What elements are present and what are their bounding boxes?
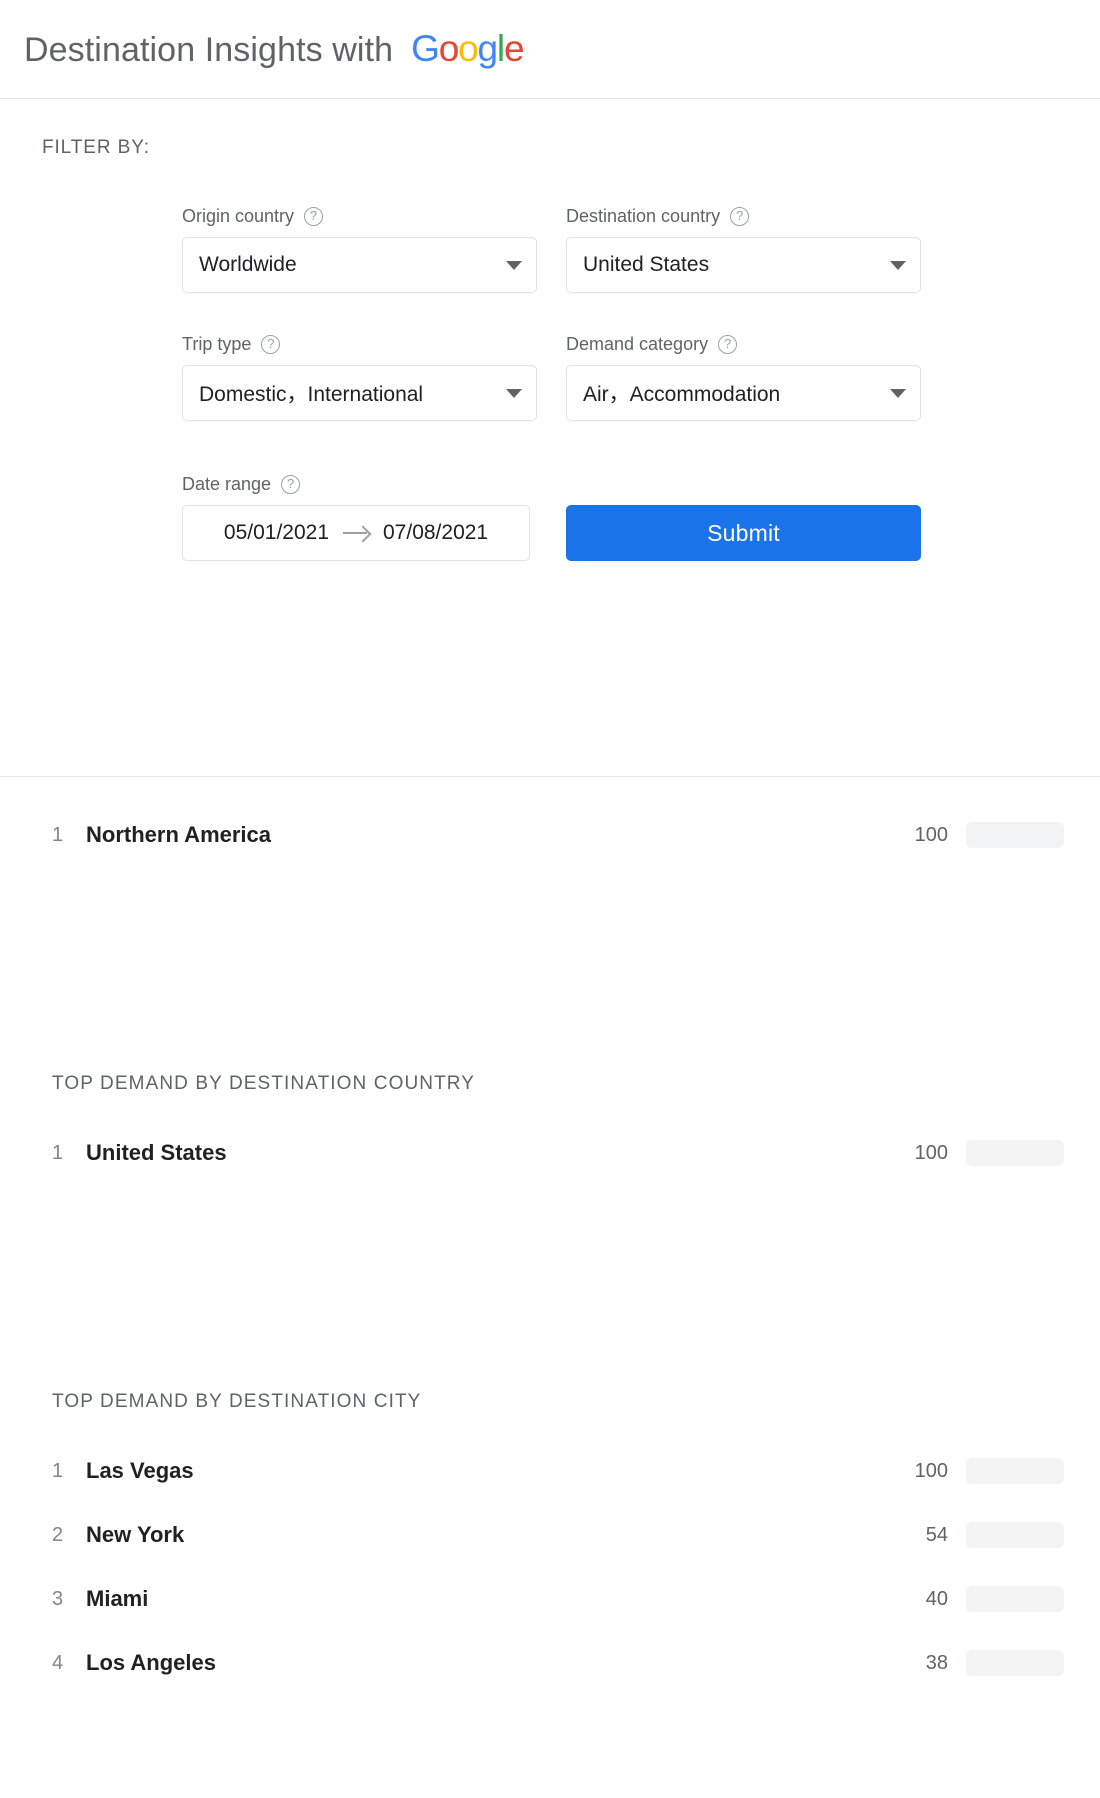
google-logo-letter-5: l [497, 28, 504, 69]
rank-score: 54 [892, 1524, 948, 1547]
destination-country-value: United States [583, 253, 882, 277]
field-demand-category: Demand category ? Air，Accommodation [566, 333, 921, 421]
bar-track [966, 1140, 1064, 1166]
rank-score: 100 [892, 1142, 948, 1165]
trip-type-value: Domestic，International [199, 378, 498, 408]
spacer [24, 1185, 1076, 1335]
rank-number: 1 [52, 824, 86, 847]
google-logo-letter-2: o [439, 28, 458, 69]
section-title-country: TOP DEMAND BY DESTINATION COUNTRY [24, 1017, 1076, 1095]
google-logo: Google [411, 28, 523, 70]
trip-type-select[interactable]: Domestic，International [182, 365, 537, 421]
rank-number: 4 [52, 1652, 86, 1675]
field-origin-country: Origin country ? Worldwide [182, 205, 537, 293]
table-row[interactable]: 2 New York 54 [24, 1503, 1076, 1567]
date-range-end: 07/08/2021 [383, 521, 488, 545]
bar-track [966, 1522, 1064, 1548]
table-row[interactable]: 1 Northern America 100 [24, 803, 1076, 867]
page-title: Destination Insights with Google [24, 28, 523, 70]
section-top-demand-region: 1 Northern America 100 [24, 777, 1076, 1017]
spacer [24, 1413, 1076, 1439]
filter-grid: Origin country ? Worldwide Destination c… [182, 205, 1076, 421]
table-row[interactable]: 1 Las Vegas 100 [24, 1439, 1076, 1503]
section-title-city: TOP DEMAND BY DESTINATION CITY [24, 1335, 1076, 1413]
spacer [24, 867, 1076, 1017]
help-icon[interactable]: ? [718, 335, 737, 354]
chevron-down-icon [890, 389, 906, 398]
rank-label: Las Vegas [86, 1458, 892, 1484]
rank-label: United States [86, 1140, 892, 1166]
section-top-demand-country: TOP DEMAND BY DESTINATION COUNTRY 1 Unit… [24, 1017, 1076, 1335]
field-label-row: Demand category ? [566, 333, 921, 355]
spacer [24, 1095, 1076, 1121]
rank-number: 1 [52, 1460, 86, 1483]
rank-number: 2 [52, 1524, 86, 1547]
google-logo-letter-1: G [411, 28, 439, 69]
bar-track [966, 1458, 1064, 1484]
date-range-start: 05/01/2021 [224, 521, 329, 545]
field-label-row: Destination country ? [566, 205, 921, 227]
chevron-down-icon [890, 261, 906, 270]
field-label-row: Trip type ? [182, 333, 537, 355]
field-destination-country: Destination country ? United States [566, 205, 921, 293]
google-logo-letter-3: o [458, 28, 477, 69]
bar-track [966, 822, 1064, 848]
rank-score: 100 [892, 824, 948, 847]
help-icon[interactable]: ? [304, 207, 323, 226]
bar-track [966, 1586, 1064, 1612]
filter-by-label: FILTER BY: [42, 137, 1076, 159]
page-title-text: Destination Insights with [24, 31, 393, 70]
bar-track [966, 1650, 1064, 1676]
help-icon[interactable]: ? [281, 475, 300, 494]
destination-country-label: Destination country [566, 206, 720, 227]
google-logo-letter-6: e [504, 28, 523, 69]
field-label-row: Origin country ? [182, 205, 537, 227]
submit-button[interactable]: Submit [566, 505, 921, 561]
rank-label: Los Angeles [86, 1650, 892, 1676]
destination-country-select[interactable]: United States [566, 237, 921, 293]
rank-label: Miami [86, 1586, 892, 1612]
trip-type-label: Trip type [182, 334, 251, 355]
table-row[interactable]: 4 Los Angeles 38 [24, 1631, 1076, 1695]
origin-country-label: Origin country [182, 206, 294, 227]
chevron-down-icon [506, 389, 522, 398]
date-range-input[interactable]: 05/01/2021 07/08/2021 [182, 505, 530, 561]
results-area: 1 Northern America 100 TOP DEMAND BY DES… [0, 777, 1100, 1695]
app-header: Destination Insights with Google [0, 0, 1100, 99]
rank-label: Northern America [86, 822, 892, 848]
section-top-demand-city: TOP DEMAND BY DESTINATION CITY 1 Las Veg… [24, 1335, 1076, 1695]
date-range-label: Date range [182, 474, 271, 495]
field-date-range: Date range ? 05/01/2021 07/08/2021 [182, 473, 537, 561]
table-row[interactable]: 3 Miami 40 [24, 1567, 1076, 1631]
date-submit-row: Date range ? 05/01/2021 07/08/2021 Submi… [182, 473, 1076, 561]
chevron-down-icon [506, 261, 522, 270]
rank-score: 100 [892, 1460, 948, 1483]
demand-category-label: Demand category [566, 334, 708, 355]
demand-category-value: Air，Accommodation [583, 378, 882, 408]
origin-country-value: Worldwide [199, 253, 498, 277]
rank-number: 3 [52, 1588, 86, 1611]
rank-score: 40 [892, 1588, 948, 1611]
field-trip-type: Trip type ? Domestic，International [182, 333, 537, 421]
table-row[interactable]: 1 United States 100 [24, 1121, 1076, 1185]
help-icon[interactable]: ? [730, 207, 749, 226]
filter-panel: FILTER BY: Origin country ? Worldwide De… [0, 99, 1100, 777]
field-label-row: Date range ? [182, 473, 537, 495]
arrow-right-icon [343, 526, 369, 540]
rank-label: New York [86, 1522, 892, 1548]
rank-score: 38 [892, 1652, 948, 1675]
help-icon[interactable]: ? [261, 335, 280, 354]
rank-number: 1 [52, 1142, 86, 1165]
google-logo-letter-4: g [478, 28, 497, 69]
origin-country-select[interactable]: Worldwide [182, 237, 537, 293]
spacer [24, 777, 1076, 803]
demand-category-select[interactable]: Air，Accommodation [566, 365, 921, 421]
